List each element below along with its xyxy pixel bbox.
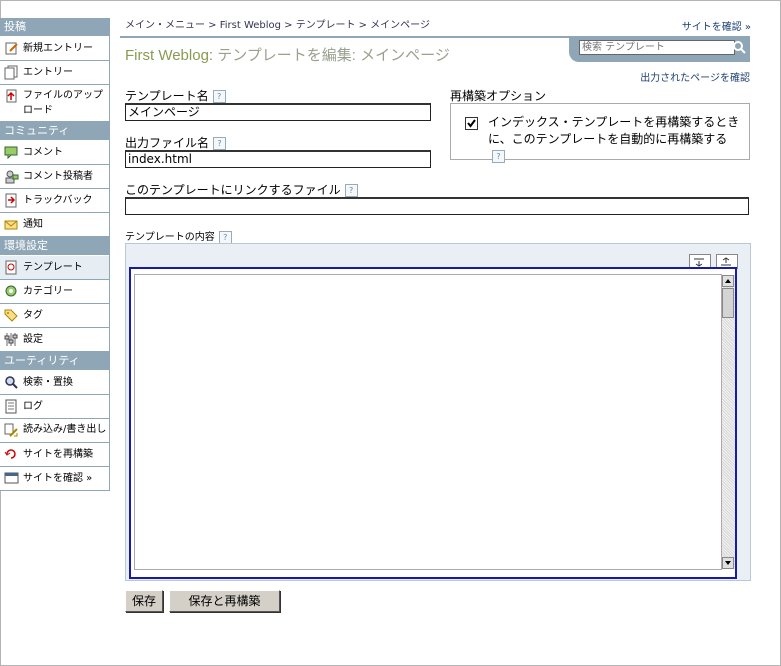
category-icon	[4, 284, 19, 299]
auto-rebuild-text: インデックス・テンプレートを再構築するときに、このテンプレートを自動的に再構築す…	[488, 115, 740, 146]
sidebar-item-label: 通知	[23, 219, 43, 230]
search-icon[interactable]	[731, 39, 747, 55]
sidebar-item-import-export[interactable]: 読み込み/書き出し	[0, 419, 109, 443]
auto-rebuild-label: インデックス・テンプレートを再構築するときに、このテンプレートを自動的に再構築す…	[488, 114, 743, 165]
sidebar-item-label: トラックバック	[23, 195, 93, 206]
help-icon[interactable]: ?	[212, 90, 226, 103]
help-icon[interactable]: ?	[218, 230, 232, 244]
sidebar-item-categories[interactable]: カテゴリー	[0, 280, 109, 304]
sidebar-item-label: タグ	[23, 310, 43, 321]
sidebar-item-view-site[interactable]: サイトを確認 »	[0, 467, 109, 491]
output-file-label: 出力ファイル名?	[125, 134, 227, 151]
view-site-link[interactable]: サイトを確認 »	[682, 18, 751, 33]
help-icon[interactable]: ?	[492, 150, 505, 163]
page-title: First Weblog: テンプレートを編集: メインページ	[125, 44, 450, 65]
sidebar-item-label: ログ	[23, 401, 43, 412]
sidebar-item-label: 検索・置換	[23, 377, 73, 388]
template-editor-area	[125, 243, 751, 581]
sidebar-item-label: カテゴリー	[23, 286, 73, 297]
breadcrumb[interactable]: メイン・メニュー > First Weblog > テンプレート > メインペー…	[125, 16, 430, 31]
template-body-frame	[129, 267, 737, 579]
save-button[interactable]: 保存	[125, 590, 163, 612]
sidebar-item-commenters[interactable]: コメント投稿者	[0, 165, 109, 189]
title-bar: First Weblog: テンプレートを編集: メインページ	[120, 36, 750, 64]
sidebar-item-entries[interactable]: エントリー	[0, 61, 109, 85]
sidebar-item-templates[interactable]: テンプレート	[0, 256, 109, 280]
sidebar-item-label: 新規エントリー	[23, 43, 93, 54]
view-output-page-link[interactable]: 出力されたページを確認	[640, 69, 750, 84]
trackback-icon	[4, 193, 19, 208]
new-entry-icon	[4, 41, 19, 56]
template-icon	[4, 260, 19, 275]
scroll-thumb[interactable]	[722, 288, 734, 318]
rebuild-options-box: インデックス・テンプレートを再構築するときに、このテンプレートを自動的に再構築す…	[450, 103, 750, 163]
sidebar-item-label: サイトを再構築	[23, 449, 93, 460]
linked-file-input[interactable]	[125, 197, 749, 215]
sidebar-item-label: エントリー	[23, 67, 73, 78]
sidebar-item-label: ファイルのアップロード	[23, 90, 103, 116]
import-export-icon	[4, 423, 19, 438]
sidebar-item-label: 読み込み/書き出し	[23, 424, 107, 435]
help-icon[interactable]: ?	[213, 137, 227, 150]
sidebar-item-settings[interactable]: 設定	[0, 328, 109, 352]
sidebar-item-label: コメント投稿者	[23, 171, 93, 182]
upload-file-icon	[4, 89, 19, 104]
sidebar-item-search-replace[interactable]: 検索・置換	[0, 371, 109, 395]
save-rebuild-button[interactable]: 保存と再構築	[169, 590, 280, 612]
sidebar: 投稿 新規エントリー エントリー ファイルのアップロード コミュニティ コメント…	[0, 18, 110, 491]
entries-icon	[4, 65, 19, 80]
search-input[interactable]	[579, 40, 735, 55]
help-icon[interactable]: ?	[344, 184, 358, 197]
sidebar-item-new-entry[interactable]: 新規エントリー	[0, 37, 109, 61]
comment-icon	[4, 145, 19, 160]
scroll-down-arrow[interactable]	[722, 557, 734, 569]
sidebar-item-upload[interactable]: ファイルのアップロード	[0, 85, 109, 122]
sidebar-section-utilities: ユーティリティ	[0, 352, 109, 371]
scroll-up-arrow[interactable]	[722, 275, 734, 287]
editor-scrollbar[interactable]	[721, 275, 735, 569]
linked-file-label: このテンプレートにリンクするファイル?	[125, 181, 358, 198]
notification-icon	[4, 217, 19, 232]
sidebar-item-label: 設定	[23, 334, 43, 345]
sidebar-item-tags[interactable]: タグ	[0, 304, 109, 328]
rebuild-options-label: 再構築オプション	[450, 89, 547, 103]
output-file-label-text: 出力ファイル名	[125, 136, 210, 150]
sidebar-item-label: コメント	[23, 147, 63, 158]
template-name-label-text: テンプレート名	[125, 89, 209, 103]
output-file-input[interactable]: index.html	[125, 150, 431, 168]
sidebar-item-rebuild-site[interactable]: サイトを再構築	[0, 443, 109, 467]
tag-icon	[4, 308, 19, 323]
page-title-blog: First Weblog:	[125, 47, 214, 64]
sidebar-item-trackbacks[interactable]: トラックバック	[0, 189, 109, 213]
linked-file-label-text: このテンプレートにリンクするファイル	[125, 183, 341, 197]
sidebar-item-log[interactable]: ログ	[0, 395, 109, 419]
search-panel	[569, 36, 750, 62]
auto-rebuild-checkbox[interactable]	[465, 117, 478, 130]
commenter-icon	[4, 169, 19, 184]
sidebar-item-label: サイトを確認 »	[23, 473, 93, 484]
sidebar-section-post: 投稿	[0, 18, 109, 37]
sidebar-item-notifications[interactable]: 通知	[0, 213, 109, 237]
template-content-label: テンプレートの内容?	[125, 228, 232, 244]
view-site-icon	[4, 471, 19, 486]
template-name-label: テンプレート名?	[125, 87, 226, 104]
page-title-rest: テンプレートを編集: メインページ	[213, 47, 450, 64]
template-name-input[interactable]: メインページ	[125, 103, 431, 121]
settings-icon	[4, 332, 19, 347]
sidebar-item-label: テンプレート	[23, 262, 83, 273]
rebuild-site-icon	[4, 447, 19, 462]
sidebar-section-community: コミュニティ	[0, 122, 109, 141]
search-replace-icon	[4, 375, 19, 390]
template-content-label-text: テンプレートの内容	[125, 232, 215, 243]
sidebar-section-settings: 環境設定	[0, 237, 109, 256]
template-body-textarea[interactable]	[134, 274, 735, 570]
sidebar-item-comments[interactable]: コメント	[0, 141, 109, 165]
log-icon	[4, 399, 19, 414]
